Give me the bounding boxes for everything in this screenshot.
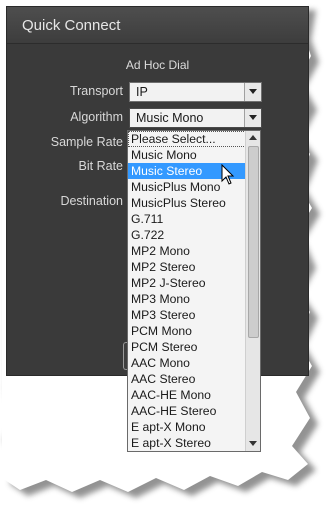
mouse-pointer-icon xyxy=(221,164,235,185)
dropdown-option[interactable]: PCM Mono xyxy=(128,323,246,339)
chevron-down-icon xyxy=(249,441,257,446)
panel-header: Quick Connect xyxy=(7,7,308,44)
dropdown-items: Please Select... Music Mono Music Stereo Mu… xyxy=(128,131,260,451)
dropdown-option[interactable]: Please Select... xyxy=(128,131,246,147)
dropdown-option[interactable]: E apt-X Mono xyxy=(128,419,246,435)
dropdown-option[interactable]: AAC-HE Stereo xyxy=(128,403,246,419)
dropdown-option[interactable]: MP2 Stereo xyxy=(128,259,246,275)
dropdown-option[interactable]: PCM Stereo xyxy=(128,339,246,355)
dropdown-option[interactable]: MP2 Mono xyxy=(128,243,246,259)
algorithm-dropdown-button[interactable] xyxy=(244,109,261,127)
scroll-down-button[interactable] xyxy=(246,437,260,451)
dropdown-option[interactable]: MP2 J-Stereo xyxy=(128,275,246,291)
bit-rate-label: Bit Rate xyxy=(78,159,123,173)
dropdown-option[interactable]: AAC-HE Mono xyxy=(128,387,246,403)
dropdown-option[interactable]: Music Mono xyxy=(128,147,246,163)
dropdown-option[interactable]: G.711 xyxy=(128,211,246,227)
dropdown-option[interactable]: E apt-X Stereo xyxy=(128,435,246,451)
chevron-down-icon xyxy=(249,115,257,120)
transport-dropdown-button[interactable] xyxy=(244,83,261,101)
transport-value: IP xyxy=(136,85,148,99)
algorithm-select[interactable]: Music Mono xyxy=(129,108,262,128)
scroll-up-button[interactable] xyxy=(246,131,260,145)
scrollbar-thumb[interactable] xyxy=(248,146,259,338)
chevron-down-icon xyxy=(249,89,257,94)
algorithm-value: Music Mono xyxy=(136,111,204,125)
dropdown-option[interactable]: AAC Stereo xyxy=(128,371,246,387)
dropdown-option[interactable]: MusicPlus Stereo xyxy=(128,195,246,211)
transport-label: Transport xyxy=(69,84,123,98)
dropdown-scrollbar[interactable] xyxy=(245,131,260,451)
algorithm-label: Algorithm xyxy=(70,110,123,124)
transport-select[interactable]: IP xyxy=(129,82,262,102)
destination-label: Destination xyxy=(60,194,123,208)
algorithm-dropdown-list[interactable]: Please Select... Music Mono Music Stereo Mu… xyxy=(127,130,261,452)
section-title: Ad Hoc Dial xyxy=(125,58,190,72)
dropdown-option[interactable]: AAC Mono xyxy=(128,355,246,371)
dropdown-option[interactable]: G.722 xyxy=(128,227,246,243)
dropdown-option[interactable]: MP3 Mono xyxy=(128,291,246,307)
dropdown-option[interactable]: MP3 Stereo xyxy=(128,307,246,323)
sample-rate-label: Sample Rate xyxy=(50,135,123,149)
chevron-up-icon xyxy=(249,135,257,140)
panel-title: Quick Connect xyxy=(22,17,121,34)
